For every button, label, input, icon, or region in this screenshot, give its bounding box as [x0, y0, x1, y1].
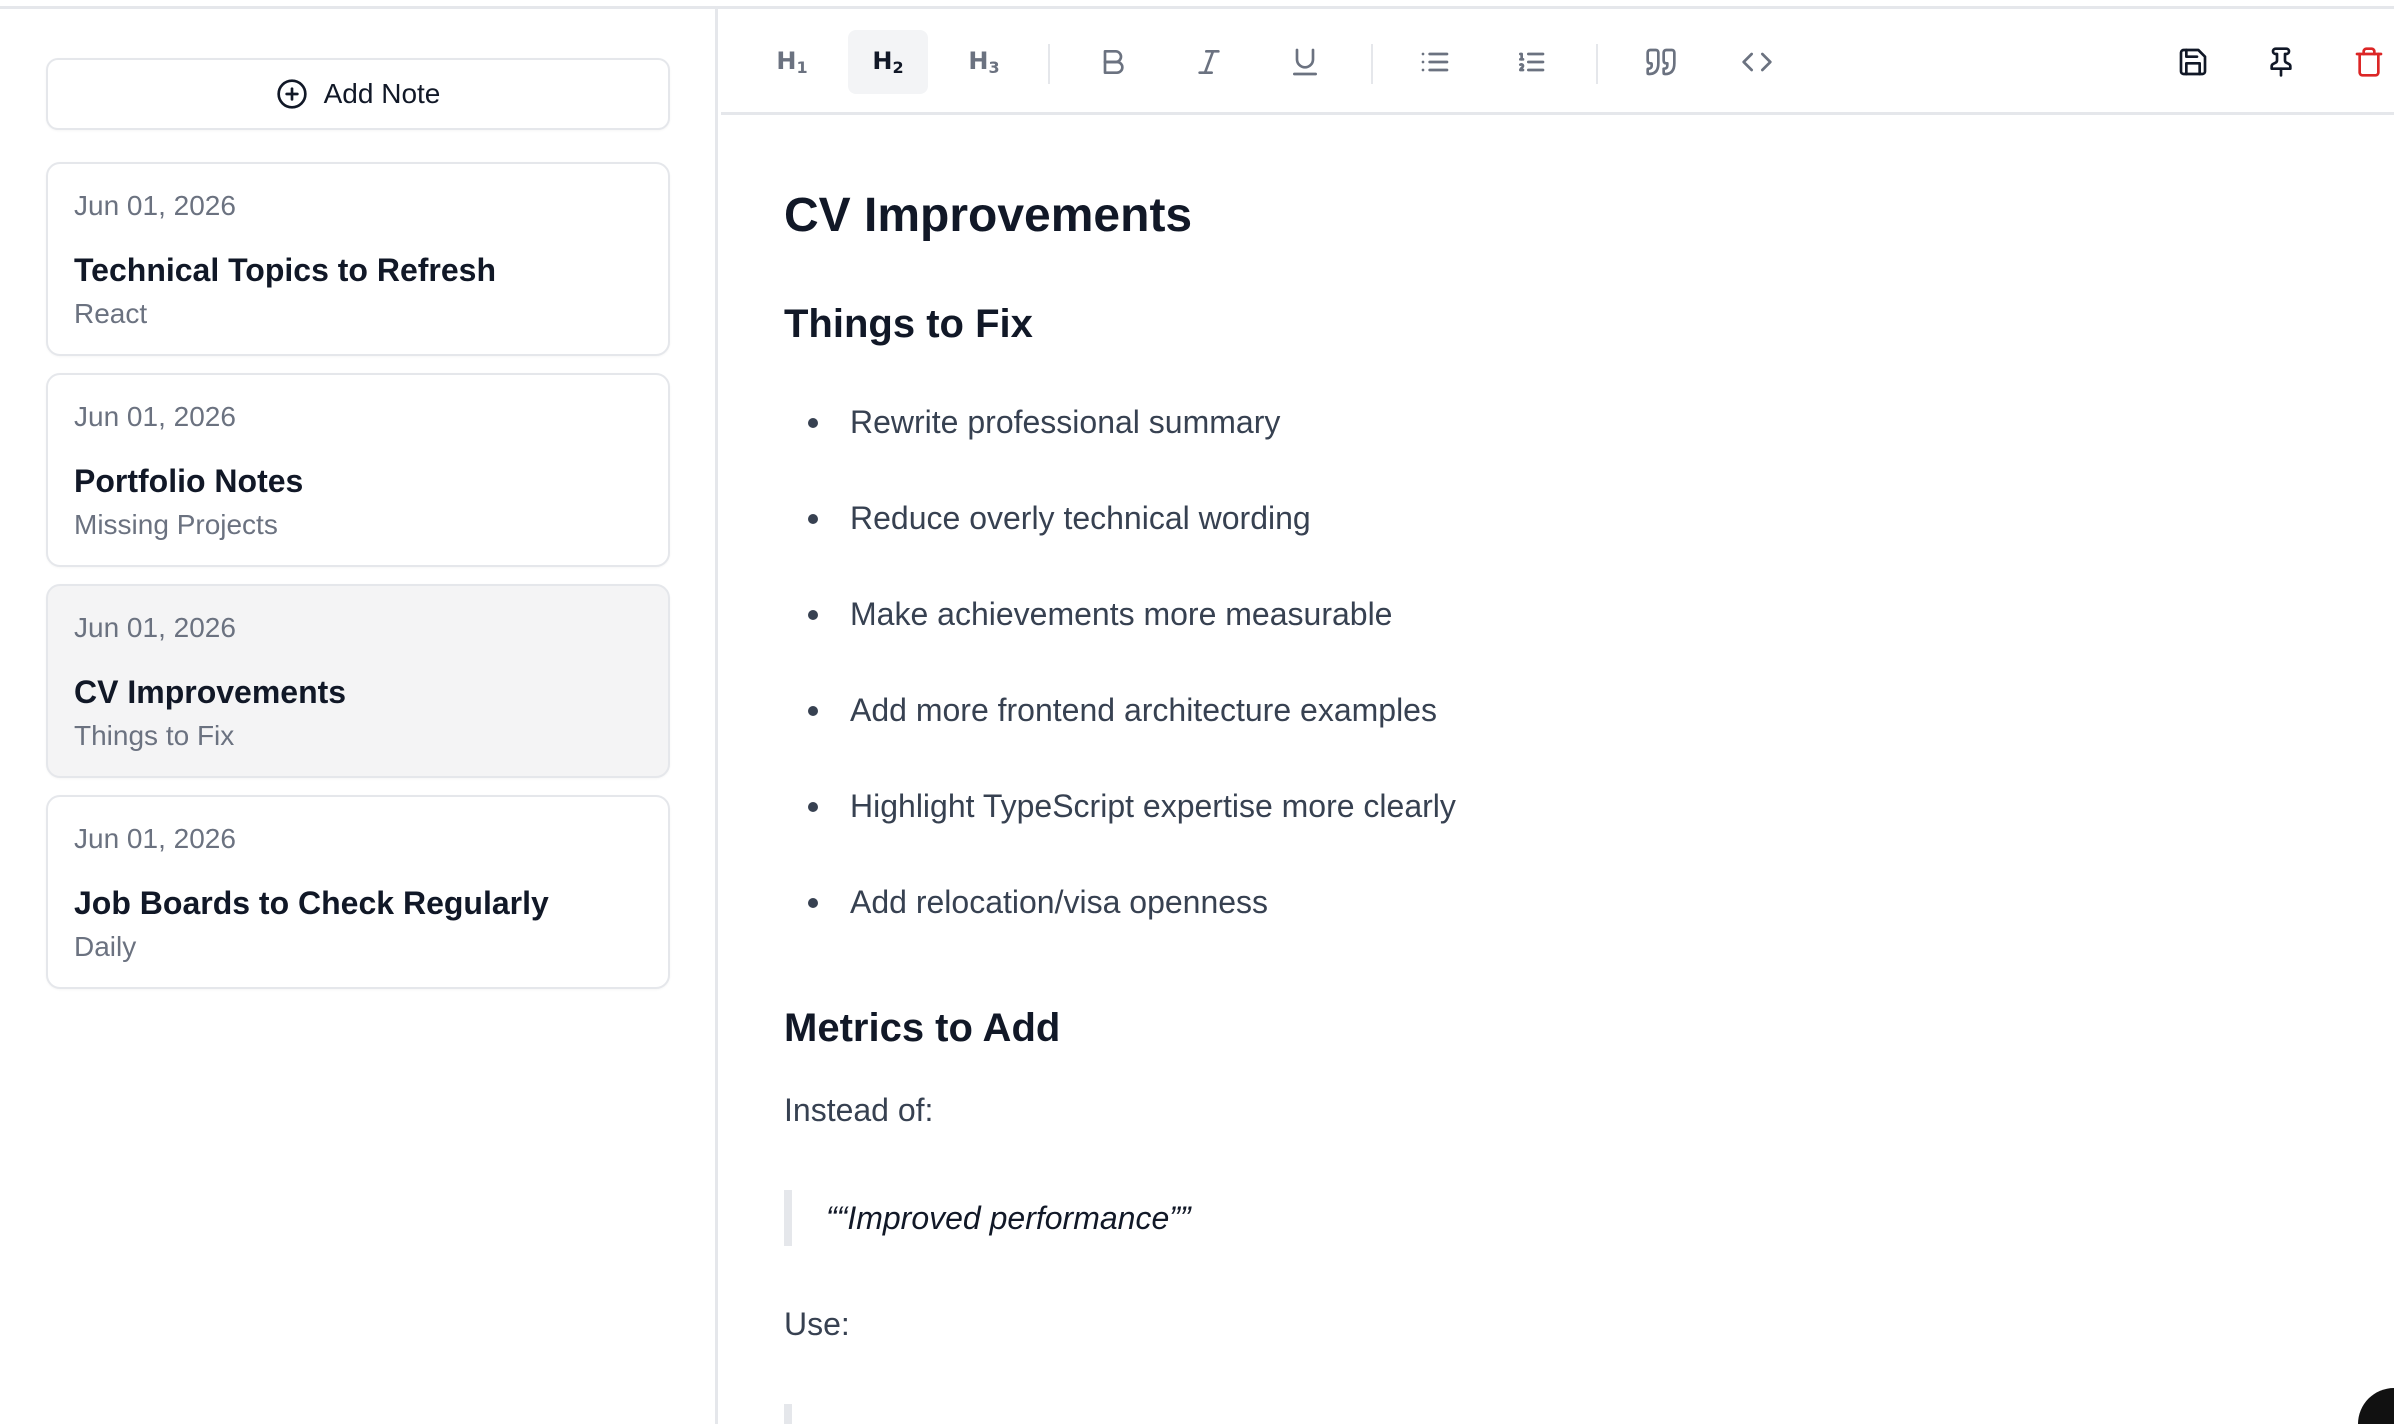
add-note-label: Add Note: [323, 78, 441, 109]
note-date: Jun 01, 2026: [74, 190, 236, 221]
pin-icon: [2270, 47, 2292, 77]
list-item: Highlight TypeScript expertise more clea…: [784, 788, 1456, 825]
underline-icon: [1293, 48, 1317, 76]
plus-circle-icon: [276, 79, 307, 109]
italic-icon: [1198, 50, 1220, 74]
note-title: Job Boards to Check Regularly: [74, 885, 549, 921]
note-title: Portfolio Notes: [74, 463, 304, 499]
note-date: Jun 01, 2026: [74, 823, 236, 854]
list-item: Add more frontend architecture examples: [784, 692, 1437, 729]
pin-button[interactable]: [2241, 30, 2321, 94]
underline-button[interactable]: [1265, 30, 1345, 94]
note-card-portfolio-notes[interactable]: Jun 01, 2026 Portfolio Notes Missing Pro…: [46, 373, 670, 567]
heading-2-button[interactable]: H2: [848, 30, 928, 94]
note-subtitle: Missing Projects: [74, 509, 278, 540]
section-heading-things-to-fix: Things to Fix: [784, 302, 1033, 346]
blockquote: ““Improved performance””: [784, 1190, 1191, 1246]
bullet-dot: [808, 801, 818, 812]
paragraph-use: Use:: [784, 1306, 850, 1342]
notes-sidebar: Add Note Jun 01, 2026 Technical Topics t…: [0, 9, 718, 1424]
bullet-list-icon: [1421, 52, 1449, 72]
note-subtitle: Things to Fix: [74, 720, 235, 751]
ordered-list-icon: [1519, 52, 1545, 72]
toolbar-divider: [1596, 44, 1598, 84]
save-button[interactable]: [2153, 30, 2233, 94]
bullet-list-button[interactable]: [1395, 30, 1475, 94]
paragraph-instead-of: Instead of:: [784, 1092, 934, 1128]
code-icon: [1742, 52, 1772, 72]
editor-toolbar: H1 H2 H3: [721, 9, 2394, 115]
note-card-technical-topics[interactable]: Jun 01, 2026 Technical Topics to Refresh…: [46, 162, 670, 356]
note-subtitle: Daily: [74, 931, 137, 962]
quote-icon: [1646, 48, 1676, 76]
save-icon: [2179, 48, 2207, 76]
list-item: Make achievements more measurable: [784, 596, 1392, 633]
italic-button[interactable]: [1169, 30, 1249, 94]
blockquote-partial: [784, 1404, 826, 1424]
bullet-dot: [808, 609, 818, 620]
note-subtitle: React: [74, 298, 148, 329]
toolbar-divider: [1048, 44, 1050, 84]
bold-icon: [1103, 50, 1124, 74]
section-heading-metrics-to-add: Metrics to Add: [784, 1006, 1061, 1050]
trash-icon: [2355, 47, 2383, 77]
heading-3-icon: H3: [968, 47, 1000, 77]
heading-1-button[interactable]: H1: [752, 30, 832, 94]
note-card-cv-improvements[interactable]: Jun 01, 2026 CV Improvements Things to F…: [46, 584, 670, 778]
list-item: Rewrite professional summary: [784, 404, 1280, 441]
add-note-button[interactable]: Add Note: [46, 58, 670, 130]
note-card-job-boards[interactable]: Jun 01, 2026 Job Boards to Check Regular…: [46, 795, 670, 989]
delete-button[interactable]: [2329, 30, 2394, 94]
bullet-dot: [808, 513, 818, 524]
bullet-dot: [808, 417, 818, 428]
toolbar-divider: [1371, 44, 1373, 84]
bullet-dot: [808, 897, 818, 908]
window-top-border: [0, 0, 2394, 9]
ordered-list-button[interactable]: [1491, 30, 1571, 94]
list-item: Reduce overly technical wording: [784, 500, 1311, 537]
heading-1-icon: H1: [776, 47, 808, 77]
note-title: Technical Topics to Refresh: [74, 252, 497, 288]
heading-2-icon: H2: [872, 47, 904, 77]
heading-3-button[interactable]: H3: [944, 30, 1024, 94]
note-date: Jun 01, 2026: [74, 612, 236, 643]
code-button[interactable]: [1717, 30, 1797, 94]
quote-button[interactable]: [1621, 30, 1701, 94]
bold-button[interactable]: [1073, 30, 1153, 94]
note-title: CV Improvements: [74, 674, 347, 710]
note-editor[interactable]: CV Improvements Things to Fix Rewrite pr…: [721, 118, 2394, 1424]
list-item: Add relocation/visa openness: [784, 884, 1268, 921]
bullet-dot: [808, 705, 818, 716]
document-title: CV Improvements: [784, 189, 1193, 242]
note-date: Jun 01, 2026: [74, 401, 236, 432]
